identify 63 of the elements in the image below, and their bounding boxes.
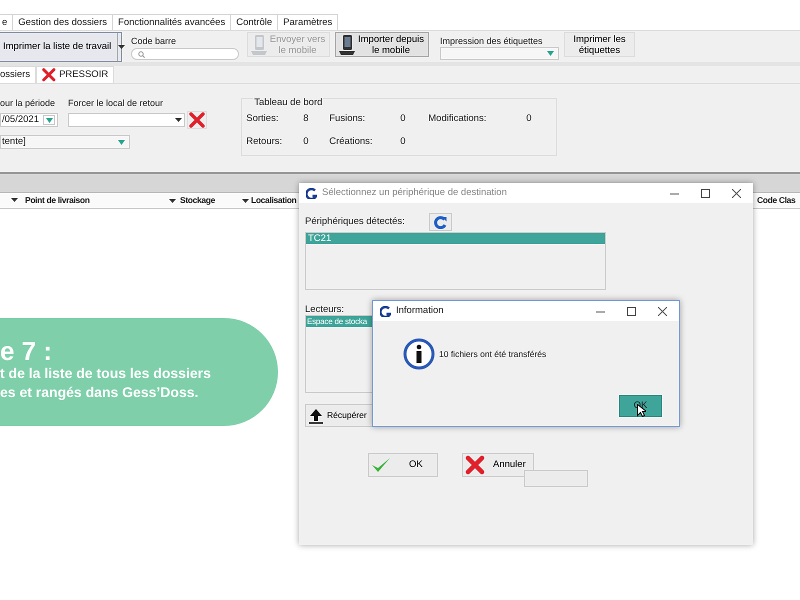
callout-heading: e 7 : [0, 338, 54, 364]
logo-icon [380, 306, 391, 316]
column-header[interactable]: Code Clas [757, 194, 796, 207]
refresh-button[interactable] [428, 213, 452, 231]
field-label: Impression des étiquettes [440, 36, 544, 47]
field-label: Périphériques détectés: [305, 214, 405, 229]
field-label: Lecteurs: [305, 305, 344, 315]
caret-icon[interactable] [169, 198, 176, 202]
field-label: our la période [0, 98, 56, 109]
print-labels-button[interactable]: Imprimer les étiquettes [564, 32, 635, 57]
stat-value: 0 [400, 135, 407, 150]
column-header[interactable]: Stockage [180, 194, 215, 207]
phone-icon [338, 34, 356, 56]
stat-label: Créations: [329, 135, 374, 150]
dropdown-button[interactable] [117, 33, 126, 61]
close-icon [465, 455, 485, 475]
document-tab[interactable]: PRESSOIR [36, 66, 114, 83]
callout-text: t de la liste de tous les dossiers [0, 364, 212, 383]
document-tab[interactable]: ossiers [0, 66, 36, 83]
caret-icon [118, 140, 125, 144]
status-combo[interactable]: tente] [0, 135, 130, 149]
info-icon [403, 338, 435, 370]
caret-icon[interactable] [242, 198, 249, 202]
caret-icon [547, 51, 554, 56]
stat-label: Modifications: [428, 112, 488, 126]
column-header[interactable]: Localisation [251, 194, 296, 207]
logo-icon [306, 188, 317, 198]
clear-button[interactable] [187, 111, 208, 129]
close-icon[interactable] [658, 306, 667, 316]
cancel-button[interactable]: Annuler [462, 453, 534, 477]
message-text: 10 fichiers ont été transférés [439, 348, 546, 360]
maximize-icon[interactable] [627, 306, 636, 316]
caret-icon [175, 118, 182, 122]
date-field[interactable]: /05/2021 [0, 113, 58, 127]
stat-value: 8 [303, 112, 310, 126]
callout-text: es et rangés dans Gess’Doss. [0, 383, 200, 402]
search-icon [138, 50, 145, 58]
stat-label: Sorties: [246, 112, 280, 126]
refresh-icon [434, 216, 447, 228]
stat-label: Retours: [246, 135, 284, 150]
caret-icon [118, 45, 126, 49]
upload-icon [308, 408, 324, 424]
close-icon [189, 112, 206, 128]
search-field[interactable] [131, 48, 239, 60]
stat-label: Fusions: [329, 112, 366, 126]
column-header[interactable]: Point de livraison [25, 194, 90, 207]
window-title: Sélectionnez un périphérique de destination [322, 186, 507, 200]
menu-tab[interactable]: Paramètres [277, 14, 338, 30]
window-title: Information [396, 304, 444, 318]
ok-button[interactable]: OK [368, 453, 438, 477]
stat-value: 0 [526, 112, 533, 126]
close-icon[interactable] [732, 188, 741, 198]
close-icon [42, 68, 56, 82]
phone-icon [250, 34, 268, 56]
stat-value: 0 [303, 135, 310, 150]
stat-value: 0 [400, 112, 407, 126]
caret-icon [46, 118, 52, 122]
field-label: Code barre [131, 36, 178, 47]
retrieve-button[interactable]: Récupérer [305, 404, 372, 427]
check-icon [371, 457, 391, 473]
mobile-button[interactable]: Importer depuis le mobile [335, 32, 429, 57]
field-label: Forcer le local de retour [68, 98, 164, 109]
maximize-icon[interactable] [701, 188, 710, 198]
